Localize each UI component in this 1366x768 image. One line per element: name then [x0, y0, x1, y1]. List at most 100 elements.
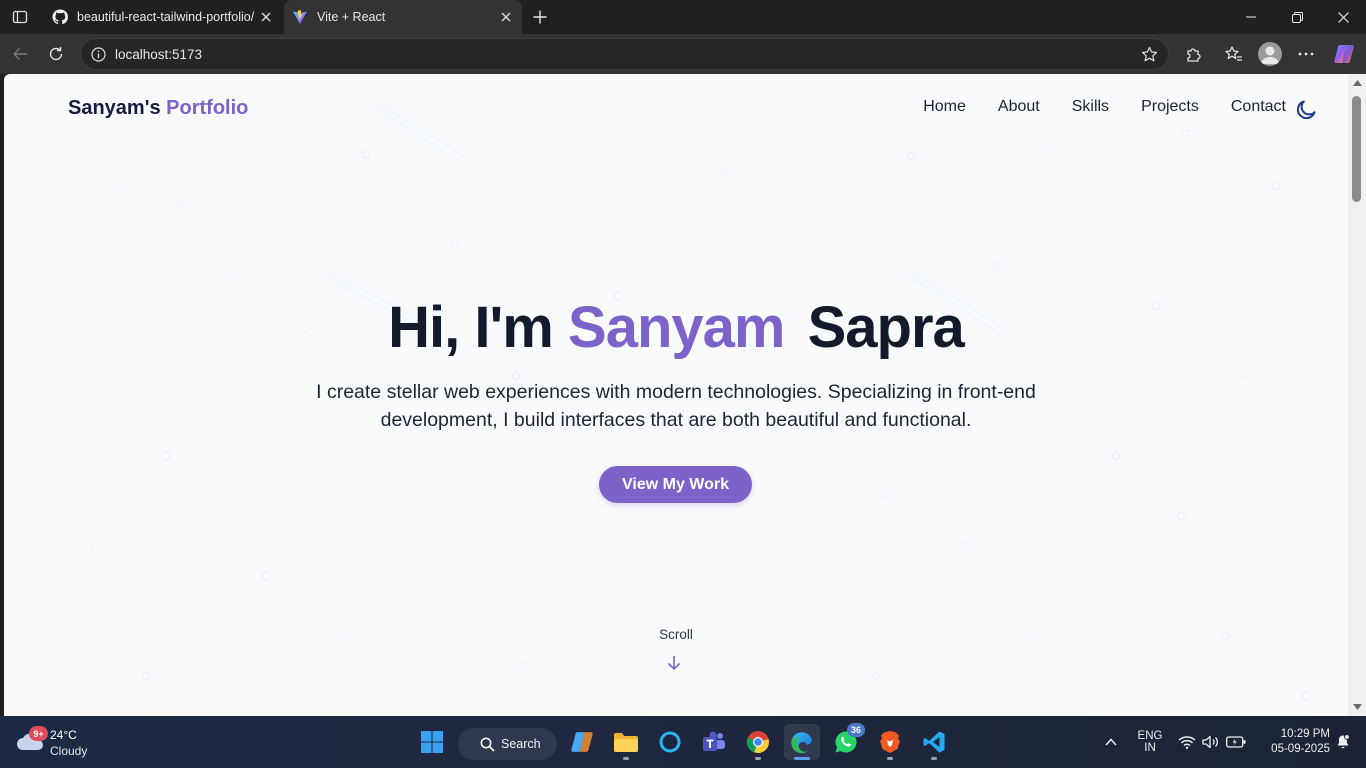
profile-avatar[interactable] — [1258, 42, 1282, 66]
restore-button[interactable] — [1274, 0, 1320, 34]
url-text: localhost:5173 — [115, 46, 203, 62]
taskbar-app-edge[interactable] — [784, 724, 820, 760]
running-indicator — [887, 757, 893, 760]
star-icon[interactable] — [1136, 41, 1162, 67]
plus-icon — [533, 10, 547, 24]
chevron-up-icon — [1105, 738, 1117, 746]
nav-link-contact[interactable]: Contact — [1231, 98, 1286, 116]
star-dot — [994, 264, 997, 267]
moon-icon — [1296, 100, 1316, 120]
star-dot — [164, 454, 168, 458]
star-dot — [724, 170, 727, 173]
taskbar-app-copilot[interactable] — [564, 724, 600, 760]
start-button[interactable] — [414, 724, 450, 760]
star-dot — [1114, 454, 1118, 458]
copilot-icon — [571, 732, 593, 752]
site-logo[interactable]: Sanyam's Portfolio — [68, 97, 248, 120]
minimize-icon — [1246, 16, 1256, 18]
refresh-icon — [49, 47, 63, 61]
theme-toggle-button[interactable] — [1294, 98, 1318, 122]
restore-icon — [1291, 11, 1303, 23]
settings-more-button[interactable] — [1292, 40, 1320, 68]
taskbar-app-file-explorer[interactable] — [608, 724, 644, 760]
star-dot — [604, 694, 606, 696]
windows-icon — [421, 731, 443, 753]
tab-close-icon[interactable] — [254, 5, 278, 29]
nav-link-about[interactable]: About — [998, 98, 1040, 116]
chrome-icon — [746, 731, 769, 754]
language-indicator[interactable]: ENG IN — [1134, 730, 1166, 754]
star-dot — [44, 614, 46, 616]
hero-greeting: Hi, I'm — [388, 295, 554, 360]
star-dot — [884, 494, 887, 497]
show-hidden-icons-button[interactable] — [1101, 732, 1121, 752]
notifications-bell-icon[interactable] — [1333, 732, 1353, 752]
back-button[interactable] — [6, 40, 34, 68]
circle-app-icon — [659, 731, 681, 753]
tab-actions-button[interactable] — [8, 5, 32, 29]
address-bar[interactable]: localhost:5173 — [80, 38, 1169, 70]
browser-toolbar: localhost:5173 — [0, 34, 1366, 74]
taskbar-app-brave[interactable] — [872, 724, 908, 760]
star-dot — [424, 494, 426, 496]
arrow-down-icon[interactable] — [666, 654, 682, 672]
close-window-button[interactable] — [1320, 0, 1366, 34]
tab-github[interactable]: beautiful-react-tailwind-portfolio/ — [44, 0, 282, 34]
star-dot — [1304, 694, 1308, 698]
star-dot — [64, 374, 66, 376]
weather-condition: Cloudy — [50, 744, 88, 758]
minimize-button[interactable] — [1228, 0, 1274, 34]
extensions-button[interactable] — [1179, 40, 1207, 68]
new-tab-button[interactable] — [528, 5, 552, 29]
tab-vite-react[interactable]: Vite + React — [284, 0, 522, 34]
star-dot — [116, 184, 118, 186]
nav-link-home[interactable]: Home — [923, 98, 966, 116]
taskbar-app-cortana[interactable] — [652, 724, 688, 760]
battery-icon[interactable] — [1226, 732, 1246, 752]
info-icon[interactable] — [89, 45, 107, 63]
refresh-button[interactable] — [42, 40, 70, 68]
logo-name: Sanyam's — [68, 97, 161, 119]
tab-title: beautiful-react-tailwind-portfolio/ — [77, 10, 254, 24]
taskbar-app-vscode[interactable] — [916, 724, 952, 760]
scrollbar-thumb[interactable] — [1352, 96, 1361, 202]
tab-title: Vite + React — [317, 10, 386, 24]
star-dot — [1044, 144, 1046, 146]
favorites-button[interactable] — [1220, 40, 1248, 68]
volume-icon[interactable] — [1201, 732, 1221, 752]
hero-heading: Hi, I'm Sanyam Sapra — [4, 294, 1348, 361]
hero-first-name: Sanyam — [568, 295, 785, 360]
taskbar-app-whatsapp[interactable]: 36 — [828, 723, 865, 760]
clock-time: 10:29 PM — [1280, 728, 1330, 740]
star-dot — [454, 242, 457, 245]
nav-link-skills[interactable]: Skills — [1072, 98, 1109, 116]
wifi-icon[interactable] — [1177, 732, 1197, 752]
taskbar-app-teams[interactable] — [696, 724, 732, 760]
vscode-icon — [923, 731, 945, 753]
nav-link-projects[interactable]: Projects — [1141, 98, 1199, 116]
taskbar-app-chrome[interactable] — [740, 724, 776, 760]
star-dot — [1274, 184, 1278, 188]
tab-close-icon[interactable] — [494, 5, 518, 29]
language-code: ENG — [1137, 730, 1163, 742]
hero-subtitle: I create stellar web experiences with mo… — [316, 381, 1036, 431]
star-dot — [874, 674, 877, 677]
page-scrollbar[interactable] — [1348, 74, 1366, 716]
view-my-work-button[interactable]: View My Work — [599, 466, 752, 503]
star-dot — [964, 544, 967, 547]
folder-icon — [614, 733, 638, 752]
running-indicator — [794, 757, 810, 760]
weather-badge: 9+ — [29, 726, 48, 741]
taskbar-search[interactable]: Search — [458, 728, 557, 760]
main-nav: Home About Skills Projects Contact — [891, 98, 1286, 116]
running-indicator — [623, 757, 629, 760]
star-dot — [264, 574, 268, 578]
clock[interactable]: 10:29 PM 05-09-2025 — [1254, 728, 1330, 755]
weather-widget[interactable]: 9+ 24°C Cloudy — [16, 724, 126, 760]
scroll-up-icon[interactable] — [1352, 78, 1362, 88]
brave-icon — [880, 731, 900, 753]
scroll-down-icon[interactable] — [1352, 702, 1362, 712]
copilot-button[interactable] — [1330, 40, 1358, 68]
page-viewport: Sanyam's Portfolio Home About Skills Pro… — [4, 74, 1348, 716]
star-dot — [814, 614, 818, 618]
